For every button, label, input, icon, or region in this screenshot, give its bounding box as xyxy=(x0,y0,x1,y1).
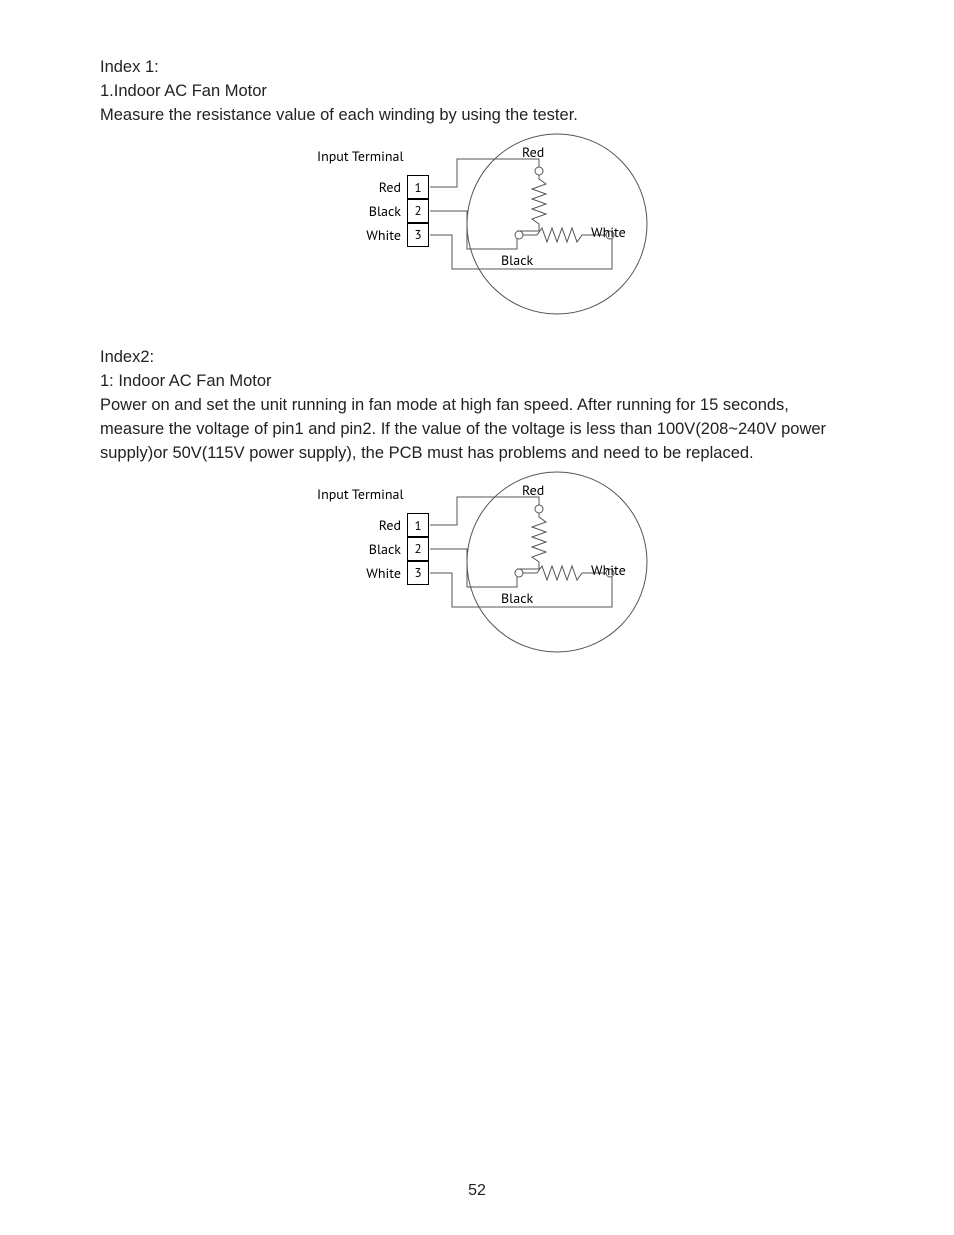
terminal-row: White 3 xyxy=(359,223,429,247)
terminal-row: Red 1 xyxy=(359,175,429,199)
node-label-white: White xyxy=(591,561,626,579)
section2-instruction-l3: supply)or 50V(115V power supply), the PC… xyxy=(100,441,854,465)
terminal-table: Red 1 Black 2 White 3 xyxy=(359,513,429,585)
section2-instruction-l1: Power on and set the unit running in fan… xyxy=(100,393,854,417)
diagram1-container: Input Terminal Red 1 Black 2 White 3 xyxy=(100,135,854,315)
motor-winding-diagram: Input Terminal Red 1 Black 2 White 3 xyxy=(297,473,657,653)
section1-heading: Index 1: xyxy=(100,55,854,79)
input-terminal-label: Input Terminal xyxy=(317,147,404,165)
node-label-white: White xyxy=(591,223,626,241)
terminal-color-label: White xyxy=(359,564,407,582)
section2-instruction-l2: measure the voltage of pin1 and pin2. If… xyxy=(100,417,854,441)
page-number: 52 xyxy=(0,1182,954,1200)
node-label-black: Black xyxy=(501,251,533,269)
terminal-row: Black 2 xyxy=(359,199,429,223)
document-page: Index 1: 1.Indoor AC Fan Motor Measure t… xyxy=(0,0,954,653)
terminal-number-cell: 2 xyxy=(407,537,429,561)
terminal-color-label: Red xyxy=(359,516,407,534)
node-label-red: Red xyxy=(522,481,544,499)
terminal-number-cell: 2 xyxy=(407,199,429,223)
terminal-row: Red 1 xyxy=(359,513,429,537)
node-label-red: Red xyxy=(522,143,544,161)
section2-heading: Index2: xyxy=(100,345,854,369)
terminal-row: Black 2 xyxy=(359,537,429,561)
input-terminal-label: Input Terminal xyxy=(317,485,404,503)
terminal-color-label: White xyxy=(359,226,407,244)
terminal-number-cell: 3 xyxy=(407,561,429,585)
terminal-color-label: Black xyxy=(359,202,407,220)
terminal-row: White 3 xyxy=(359,561,429,585)
terminal-number-cell: 1 xyxy=(407,175,429,199)
section1-instruction: Measure the resistance value of each win… xyxy=(100,103,854,127)
terminal-number-cell: 3 xyxy=(407,223,429,247)
diagram2-container: Input Terminal Red 1 Black 2 White 3 xyxy=(100,473,854,653)
terminal-number-cell: 1 xyxy=(407,513,429,537)
terminal-color-label: Red xyxy=(359,178,407,196)
motor-winding-diagram: Input Terminal Red 1 Black 2 White 3 xyxy=(297,135,657,315)
terminal-color-label: Black xyxy=(359,540,407,558)
node-label-black: Black xyxy=(501,589,533,607)
terminal-table: Red 1 Black 2 White 3 xyxy=(359,175,429,247)
section2-subheading: 1: Indoor AC Fan Motor xyxy=(100,369,854,393)
section1-subheading: 1.Indoor AC Fan Motor xyxy=(100,79,854,103)
